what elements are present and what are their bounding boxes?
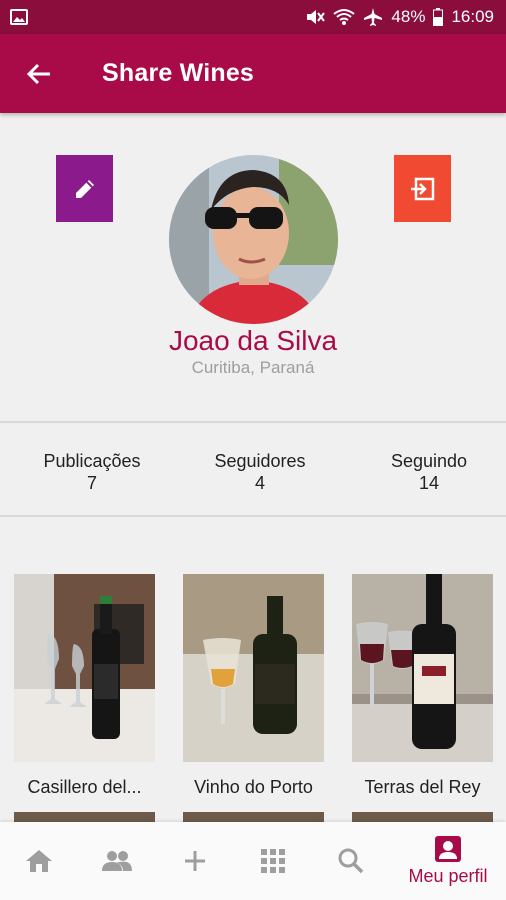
gallery-icon: [10, 9, 28, 25]
nav-community[interactable]: [78, 822, 156, 900]
post-card[interactable]: [183, 812, 324, 822]
post-card[interactable]: Vinho do Porto: [183, 574, 324, 798]
edit-profile-button[interactable]: [56, 155, 113, 222]
stat-label: Seguidores: [214, 451, 306, 471]
post-card[interactable]: Casillero del...: [14, 574, 155, 798]
nav-my-profile[interactable]: Meu perfil: [395, 822, 501, 900]
stat-followers[interactable]: Seguidores 4: [180, 450, 340, 494]
page-title: Share Wines: [102, 59, 255, 87]
pencil-icon: [75, 179, 94, 198]
nav-search[interactable]: [312, 822, 390, 900]
stat-publications[interactable]: Publicações 7: [12, 450, 172, 494]
post-image: [352, 574, 493, 762]
user-location: Curitiba, Paraná: [191, 358, 315, 377]
avatar: [169, 155, 338, 324]
divider: [0, 515, 506, 517]
divider: [0, 421, 506, 423]
plus-icon: [185, 851, 205, 871]
nav-add[interactable]: [156, 822, 234, 900]
post-title: Terras del Rey: [364, 777, 481, 797]
home-icon: [26, 850, 52, 872]
post-card[interactable]: Terras del Rey: [352, 574, 493, 798]
stat-label: Seguindo: [390, 451, 468, 471]
logout-button[interactable]: [394, 155, 451, 222]
stat-label: Publicações: [43, 451, 141, 471]
post-image: [183, 574, 324, 762]
people-icon: [102, 851, 132, 871]
stat-following[interactable]: Seguindo 14: [349, 450, 506, 494]
battery-percent: 48%: [391, 7, 426, 26]
clock: 16:09: [451, 7, 494, 26]
status-bar: 48% 16:09: [0, 0, 506, 34]
stat-value: 14: [418, 473, 440, 493]
post-card[interactable]: [352, 812, 493, 822]
wifi-icon: [333, 9, 356, 25]
app-bar: Share Wines: [0, 34, 506, 113]
post-image: [14, 574, 155, 762]
search-icon: [338, 848, 364, 874]
account-box-icon: [435, 835, 461, 862]
back-button[interactable]: [22, 58, 56, 90]
grid-icon: [261, 849, 285, 873]
nav-apps[interactable]: [234, 822, 312, 900]
nav-home[interactable]: [0, 822, 78, 900]
bottom-navigation: Meu perfil: [0, 822, 506, 900]
arrow-back-icon: [26, 63, 50, 85]
battery-icon: [433, 8, 444, 26]
nav-label: Meu perfil: [408, 865, 488, 886]
airplane-icon: [364, 8, 383, 26]
stats-row: Publicações 7 Seguidores 4 Seguindo 14: [0, 450, 506, 500]
exit-icon: [410, 177, 434, 200]
user-name: Joao da Silva: [168, 325, 338, 356]
stat-value: 4: [254, 473, 265, 493]
post-title: Casillero del...: [27, 777, 142, 797]
post-card[interactable]: [14, 812, 155, 822]
stat-value: 7: [86, 473, 97, 493]
mute-icon: [307, 10, 326, 24]
post-title: Vinho do Porto: [194, 777, 313, 797]
